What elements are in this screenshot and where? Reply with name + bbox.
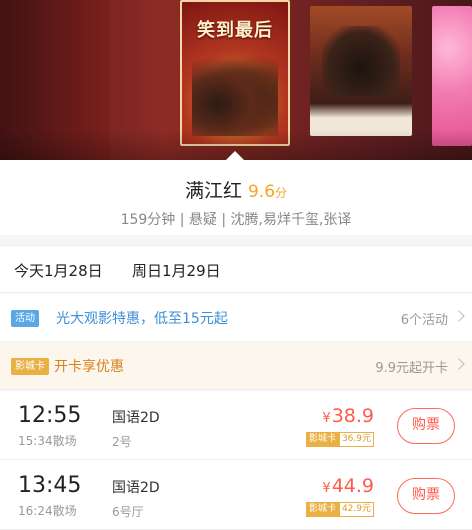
movie-title-line: 满江红 9.6分 <box>0 176 472 203</box>
buy-ticket-button[interactable]: 购票 <box>397 478 455 514</box>
movie-info-panel: 满江红 9.6分 159分钟 | 悬疑 | 沈腾,易烊千玺,张译 <box>0 160 472 235</box>
showtime-row[interactable]: 12:55 15:34散场 国语2D 2号 ¥38.9 影城卡 36.9元 购票 <box>0 391 472 460</box>
activity-text: 光大观影特惠，低至15元起 <box>56 311 228 327</box>
movie-title: 满江红 <box>184 180 242 202</box>
language-format: 国语2D <box>112 480 160 496</box>
poster-artwork <box>322 26 400 96</box>
poster-next[interactable] <box>310 6 412 136</box>
card-price-label: 影城卡 <box>305 502 339 517</box>
tab-today[interactable]: 今天1月28日 <box>14 260 103 281</box>
promo-card-row[interactable]: 影城卡 开卡享优惠 9.9元起开卡 <box>0 342 472 390</box>
end-time: 15:34散场 <box>18 434 77 448</box>
poster-carousel[interactable]: 笑到最后 <box>0 0 472 160</box>
start-time: 12:55 <box>18 403 82 428</box>
hall-name: 2号 <box>112 435 132 449</box>
hall-name: 6号厅 <box>112 505 144 519</box>
card-price-badge: 影城卡 42.9元 <box>305 502 374 517</box>
ticket-price: ¥44.9 <box>322 475 374 497</box>
end-time: 16:24散场 <box>18 504 77 518</box>
poster-previous[interactable] <box>0 0 110 160</box>
ticket-price: ¥38.9 <box>322 405 374 427</box>
poster-artwork <box>192 56 278 136</box>
card-offer-price: 9.9元起开卡 <box>375 361 448 376</box>
movie-score: 9.6分 <box>247 182 288 202</box>
card-offer-text: 开卡享优惠 <box>54 359 124 375</box>
promo-activity-row[interactable]: 活动 光大观影特惠，低至15元起 6个活动 <box>0 294 472 342</box>
activity-count: 6个活动 <box>400 313 448 328</box>
language-format: 国语2D <box>112 410 160 426</box>
card-price-value: 36.9元 <box>338 432 374 447</box>
chevron-right-icon <box>453 310 465 322</box>
buy-ticket-button[interactable]: 购票 <box>397 408 455 444</box>
card-price-badge: 影城卡 36.9元 <box>305 432 374 447</box>
poster-title-text: 笑到最后 <box>197 20 273 41</box>
showtime-list: 12:55 15:34散场 国语2D 2号 ¥38.9 影城卡 36.9元 购票… <box>0 391 472 530</box>
activity-tag: 活动 <box>11 310 39 327</box>
showtime-row[interactable]: 13:45 16:24散场 国语2D 6号厅 ¥44.9 影城卡 42.9元 购… <box>0 461 472 530</box>
date-tabs: 今天1月28日 周日1月29日 <box>0 245 472 293</box>
tab-sunday[interactable]: 周日1月29日 <box>132 260 221 281</box>
poster-selected[interactable]: 笑到最后 <box>180 0 290 146</box>
cinema-card-tag: 影城卡 <box>11 358 49 375</box>
start-time: 13:45 <box>18 473 82 498</box>
poster-next-partial[interactable] <box>432 6 472 146</box>
card-price-label: 影城卡 <box>305 432 339 447</box>
chevron-right-icon <box>453 358 465 370</box>
card-price-value: 42.9元 <box>338 502 374 517</box>
selected-poster-pointer <box>226 151 244 160</box>
movie-meta: 159分钟 | 悬疑 | 沈腾,易烊千玺,张译 <box>120 212 352 228</box>
